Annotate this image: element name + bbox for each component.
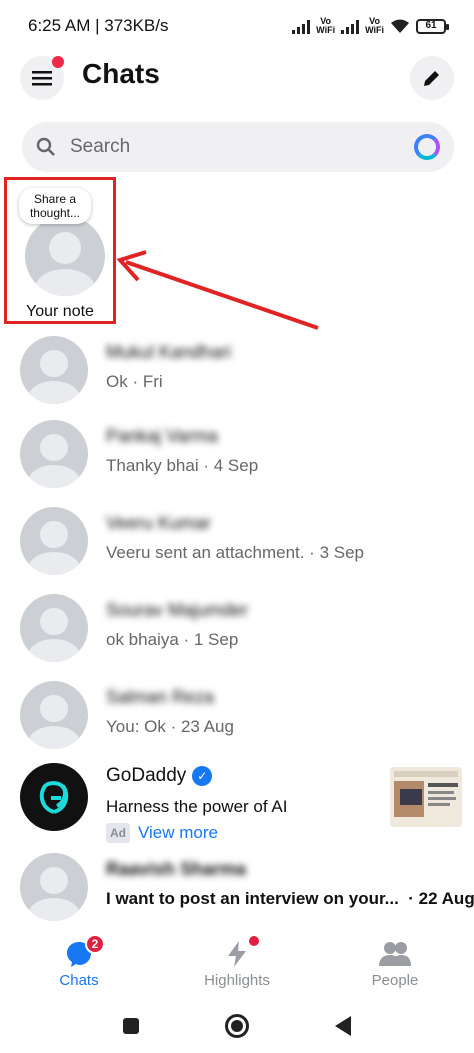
meta-ai-icon[interactable] [414, 134, 440, 160]
sponsored-row[interactable]: GoDaddy ✓ Harness the power of AI Ad Vie… [0, 763, 474, 853]
view-more-link[interactable]: View more [138, 823, 218, 843]
unread-badge: 2 [85, 934, 105, 954]
bottom-nav: 2 Chats Highlights People [0, 930, 474, 998]
ad-text: Harness the power of AI [106, 797, 288, 816]
chat-preview: You: Ok · 23 Aug [106, 717, 234, 736]
status-time: 6:25 AM | 373KB/s [28, 16, 169, 35]
chat-row[interactable]: Mukul Kandhari Ok · Fri [0, 336, 474, 416]
note-label: Your note [26, 303, 94, 320]
signal-icon [341, 18, 360, 34]
new-message-button[interactable] [410, 56, 454, 100]
chat-preview: ok bhaiya · 1 Sep [106, 630, 239, 649]
chat-name: Salman Reza [106, 687, 215, 707]
chat-name: Mukul Kandhari [106, 342, 232, 362]
chat-preview: Thanky bhai · 4 Sep [106, 456, 259, 475]
ad-thumbnail[interactable] [390, 767, 462, 827]
chat-row[interactable]: Pankaj Varma Thanky bhai · 4 Sep [0, 420, 474, 500]
battery-icon: 61 [416, 18, 449, 34]
chat-name: Sourav Majumder [106, 600, 249, 620]
page-title: Chats [82, 58, 160, 89]
ad-badge: Ad [106, 823, 130, 843]
vowifi-icon: Vo WiFi [316, 16, 336, 35]
tab-label: Chats [59, 972, 99, 989]
note-bubble-line2: thought... [29, 206, 81, 220]
godaddy-logo [20, 763, 88, 831]
avatar [20, 594, 88, 662]
avatar[interactable] [25, 216, 105, 296]
ad-name: GoDaddy ✓ [106, 765, 213, 787]
vowifi-icon: Vo WiFi [365, 16, 384, 35]
tab-people[interactable]: People [316, 930, 474, 998]
search-bar[interactable] [22, 122, 454, 172]
ad-meta: Ad View more [106, 823, 218, 843]
header: Chats [0, 52, 474, 104]
avatar [20, 853, 88, 921]
chat-row[interactable]: Salman Reza You: Ok · 23 Aug [0, 681, 474, 761]
status-icons: Vo WiFi Vo WiFi 61 [292, 16, 449, 35]
avatar [20, 681, 88, 749]
chat-row[interactable]: Sourav Majumder ok bhaiya · 1 Sep [0, 594, 474, 674]
notification-dot [52, 56, 64, 68]
system-nav-bar [0, 998, 474, 1053]
people-icon [379, 942, 411, 966]
note-bubble[interactable]: Share a thought... [19, 188, 91, 224]
chat-row[interactable]: Veeru Kumar Veeru sent an attachment. · … [0, 507, 474, 587]
avatar [20, 507, 88, 575]
chat-preview: Ok · Fri [106, 372, 163, 391]
avatar [20, 420, 88, 488]
lightning-icon [228, 941, 246, 967]
notification-dot [249, 936, 259, 946]
chat-name: Pankaj Varma [106, 426, 218, 446]
tab-label: People [371, 972, 419, 989]
wifi-icon [391, 19, 409, 33]
chat-preview: I want to post an interview on your... ·… [106, 889, 474, 908]
avatar [20, 336, 88, 404]
note-bubble-line1: Share a [33, 192, 77, 206]
verified-icon: ✓ [192, 766, 213, 786]
search-icon [36, 137, 55, 156]
signal-icon [292, 18, 311, 34]
chat-name: Veeru Kumar [106, 513, 212, 533]
search-input[interactable] [70, 136, 414, 158]
tab-chats[interactable]: 2 Chats [0, 930, 158, 998]
note-highlight-box[interactable]: Share a thought... Your note [4, 177, 116, 324]
hamburger-icon [32, 71, 52, 86]
back-button[interactable] [335, 1015, 351, 1036]
chat-preview: Veeru sent an attachment. · 3 Sep [106, 543, 364, 562]
pencil-icon [424, 71, 439, 86]
status-bar: 6:25 AM | 373KB/s Vo WiFi Vo WiFi 61 [0, 0, 474, 52]
chat-time: · 22 Aug [408, 889, 474, 908]
home-button[interactable] [225, 1013, 249, 1038]
godaddy-logo-icon [39, 781, 69, 814]
chat-row[interactable]: Raavish Sharma I want to post an intervi… [0, 853, 474, 933]
chat-name: Raavish Sharma [106, 859, 247, 879]
menu-button[interactable] [20, 56, 64, 100]
tab-highlights[interactable]: Highlights [158, 930, 316, 998]
tab-label: Highlights [204, 972, 270, 989]
recents-button[interactable] [123, 1017, 139, 1034]
